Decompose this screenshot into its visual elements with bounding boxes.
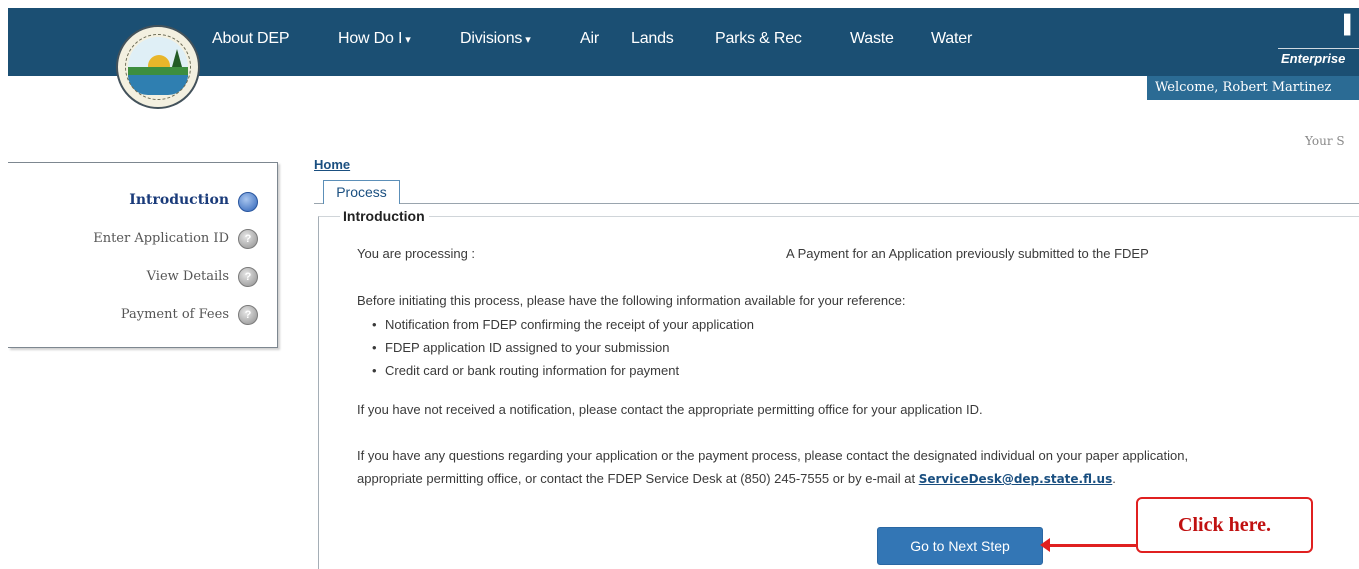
arrow-left-icon [1040, 538, 1050, 552]
click-here-callout: Click here. [1136, 497, 1313, 553]
nav-label: Air [580, 30, 599, 47]
enterprise-divider [1278, 48, 1359, 49]
nav-lands[interactable]: Lands [631, 30, 674, 48]
step-enter-application-id[interactable]: Enter Application ID [93, 231, 229, 246]
tab-process[interactable]: Process [323, 180, 400, 204]
questions-prefix: appropriate permitting office, or contac… [357, 471, 916, 486]
section-title: Introduction [340, 208, 429, 224]
tab-strip-line [314, 203, 1359, 204]
service-desk-email-link[interactable]: ServiceDesk@dep.state.fl.us [919, 472, 1113, 486]
requirement-item: Credit card or bank routing information … [372, 363, 679, 378]
pending-step-icon: ? [238, 229, 258, 249]
logo-ring [125, 34, 191, 100]
page: About DEP How Do I ▾ Divisions ▾ Air Lands… [0, 0, 1359, 569]
nav-label: Water [931, 30, 973, 47]
nav-label: Waste [850, 30, 894, 47]
nav-air[interactable]: Air [580, 30, 599, 48]
welcome-banner: Welcome, Robert Martinez [1147, 76, 1359, 100]
nav-divisions[interactable]: Divisions ▾ [460, 30, 531, 48]
nav-water[interactable]: Water [931, 30, 972, 48]
processing-label: You are processing : [357, 246, 476, 261]
questions-text-line2: appropriate permitting office, or contac… [357, 471, 1116, 486]
nav-label: Divisions [460, 30, 523, 47]
processing-value: A Payment for an Application previously … [786, 246, 1149, 261]
your-submissions-link[interactable]: Your S [1305, 134, 1345, 148]
steps-sidebar: Introduction Enter Application ID ? View… [8, 162, 278, 348]
step-introduction[interactable]: Introduction [129, 192, 229, 208]
menu-icon[interactable]: ▌ [1344, 14, 1357, 35]
nav-label: Lands [631, 30, 674, 47]
nav-waste[interactable]: Waste [850, 30, 894, 48]
chevron-down-icon: ▾ [525, 34, 531, 46]
nav-label: Parks & Rec [715, 30, 802, 47]
requirement-item: FDEP application ID assigned to your sub… [372, 340, 669, 355]
fdep-logo[interactable] [116, 25, 200, 109]
questions-text-line1: If you have any questions regarding your… [357, 448, 1189, 463]
nav-how-do-i[interactable]: How Do I ▾ [338, 30, 411, 48]
nav-label: How Do I [338, 30, 403, 47]
nav-label: About DEP [212, 30, 290, 47]
current-step-icon [238, 192, 258, 212]
requirement-item: Notification from FDEP confirming the re… [372, 317, 754, 332]
enterprise-label: Enterprise [1281, 51, 1346, 66]
breadcrumb-home[interactable]: Home [314, 157, 350, 172]
questions-suffix: . [1112, 471, 1116, 486]
callout-arrow-line [1046, 544, 1136, 547]
go-to-next-step-button[interactable]: Go to Next Step [877, 527, 1043, 565]
pending-step-icon: ? [238, 305, 258, 325]
nav-parks-rec[interactable]: Parks & Rec [715, 30, 802, 48]
chevron-down-icon: ▾ [405, 34, 411, 46]
header-bar [8, 8, 1359, 76]
no-notification-text: If you have not received a notification,… [357, 402, 983, 417]
before-text: Before initiating this process, please h… [357, 293, 906, 308]
step-view-details[interactable]: View Details [147, 269, 229, 284]
step-payment-of-fees[interactable]: Payment of Fees [121, 307, 229, 322]
nav-about-dep[interactable]: About DEP [212, 30, 290, 48]
pending-step-icon: ? [238, 267, 258, 287]
